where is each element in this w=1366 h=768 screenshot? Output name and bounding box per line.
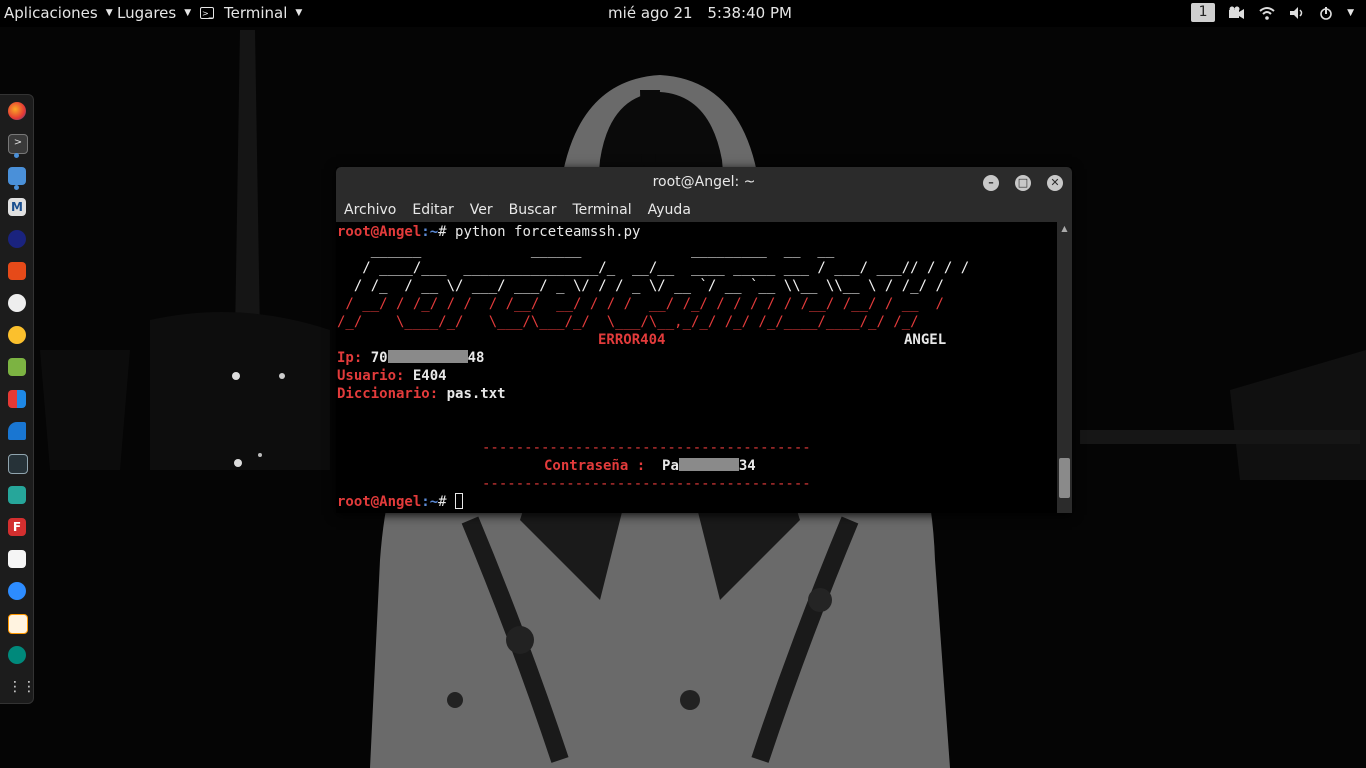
menu-archivo[interactable]: Archivo: [344, 199, 396, 222]
top-panel: Aplicaciones ▼ Lugares ▼ >_ Terminal ▼ m…: [0, 0, 1366, 27]
maltego-icon[interactable]: [8, 294, 26, 312]
user-value: E404: [412, 368, 447, 384]
wifi-icon[interactable]: [1259, 6, 1275, 20]
ascii-banner-line: / ____/___ ________________/_ __/__ ____…: [337, 260, 970, 276]
dictionary-label: Diccionario:: [337, 386, 439, 402]
prompt-user: root@Angel: [337, 224, 422, 240]
office-icon[interactable]: [8, 390, 26, 408]
ip-prefix: 70: [370, 350, 388, 366]
power-icon[interactable]: [1319, 6, 1333, 20]
system-tray: 1 ▼: [1191, 3, 1354, 22]
prompt-line: root@Angel:~#: [337, 493, 464, 511]
ip-suffix: 48: [467, 350, 485, 366]
ip-line: Ip: 70 48: [337, 349, 484, 367]
scroll-up-icon[interactable]: ▲: [1059, 225, 1070, 233]
terminal-window: root@Angel: ~ – □ ✕ Archivo Editar Ver B…: [336, 167, 1072, 513]
ascii-banner-line: ______ ______ _________ __ __: [337, 242, 835, 258]
ascii-banner-line: /_/ \____/_/ \___/\___/_/ \___/\__,_/_/ …: [337, 314, 919, 330]
metasploit-icon[interactable]: M: [8, 198, 26, 216]
wireshark-icon[interactable]: [8, 422, 26, 440]
notes-icon[interactable]: [8, 614, 28, 634]
redacted-block: [387, 350, 468, 363]
password-label: Contraseña :: [544, 458, 646, 474]
prompt-path: :~: [421, 224, 439, 240]
error-label: ERROR404: [598, 332, 666, 348]
clock-date: mié ago 21: [608, 4, 693, 22]
kali-tool-icon[interactable]: [8, 454, 28, 474]
prompt-symbol: #: [438, 224, 456, 240]
password-suffix: 34: [738, 458, 756, 474]
user-label: Usuario:: [337, 368, 405, 384]
leafpad-icon[interactable]: [8, 358, 26, 376]
menu-editar[interactable]: Editar: [412, 199, 453, 222]
minimize-button[interactable]: –: [983, 175, 999, 191]
author-label: ANGEL: [904, 332, 947, 348]
video-camera-icon[interactable]: [1229, 6, 1245, 20]
text-cursor: [455, 493, 464, 509]
armitage-icon[interactable]: [8, 262, 26, 280]
chevron-down-icon[interactable]: ▼: [1347, 8, 1354, 18]
running-indicator: [14, 185, 19, 190]
window-title: root@Angel: ~: [652, 174, 756, 190]
password-prefix: Pa: [662, 458, 679, 474]
divider-top: ---------------------------------------: [482, 440, 811, 456]
faraday-icon[interactable]: F: [8, 518, 26, 536]
running-indicator: [14, 153, 19, 158]
terminal-scrollbar[interactable]: ▲: [1057, 222, 1072, 513]
maximize-button[interactable]: □: [1015, 175, 1031, 191]
menu-terminal[interactable]: Terminal: [572, 199, 631, 222]
menu-ver[interactable]: Ver: [470, 199, 493, 222]
ip-label: Ip:: [337, 350, 363, 366]
prompt-user: root@Angel: [337, 494, 422, 510]
files-icon[interactable]: [8, 167, 26, 185]
command-text: python forceteamssh.py: [455, 224, 641, 240]
dictionary-line: Diccionario: pas.txt: [337, 385, 506, 403]
show-apps-icon[interactable]: ⋮⋮: [8, 678, 36, 696]
divider-bottom: ---------------------------------------: [482, 476, 811, 492]
terminal-icon[interactable]: >: [8, 134, 28, 154]
scrollbar-thumb[interactable]: [1059, 458, 1070, 498]
menu-ayuda[interactable]: Ayuda: [648, 199, 691, 222]
workspace-indicator[interactable]: 1: [1191, 3, 1216, 22]
firefox-icon[interactable]: [8, 102, 26, 120]
redacted-block: [678, 458, 739, 471]
clock[interactable]: mié ago 21 5:38:40 PM: [0, 4, 1366, 22]
close-button[interactable]: ✕: [1047, 175, 1063, 191]
ascii-banner-line: / /_ / __ \/ ___/ ___/ _ \/ / / _ \/ __ …: [337, 278, 944, 294]
command-line: root@Angel:~# python forceteamssh.py: [337, 223, 640, 241]
beef-icon[interactable]: [8, 326, 26, 344]
network-icon[interactable]: [8, 646, 26, 664]
user-line: Usuario: E404: [337, 367, 447, 385]
zoom-icon[interactable]: [8, 582, 26, 600]
password-line: Contraseña : Pa 34: [544, 457, 756, 475]
volume-icon[interactable]: [1289, 6, 1305, 20]
clock-time: 5:38:40 PM: [707, 4, 792, 22]
ascii-banner-line: / __/ / /_/ / / / /__/ __/ / / / __/ /_/…: [337, 296, 944, 312]
prompt-path: :~: [421, 494, 439, 510]
dash-dock: > M F ⋮⋮: [0, 94, 36, 704]
text-editor-icon[interactable]: [8, 550, 26, 568]
window-titlebar[interactable]: root@Angel: ~ – □ ✕: [336, 167, 1072, 199]
user-tool-icon[interactable]: [8, 486, 26, 504]
menu-buscar[interactable]: Buscar: [509, 199, 557, 222]
prompt-symbol: #: [438, 494, 456, 510]
window-menubar: Archivo Editar Ver Buscar Terminal Ayuda: [336, 199, 1072, 222]
dictionary-value: pas.txt: [446, 386, 506, 402]
burpsuite-icon[interactable]: [8, 230, 26, 248]
terminal-output[interactable]: root@Angel:~# python forceteamssh.py ___…: [336, 222, 1057, 513]
